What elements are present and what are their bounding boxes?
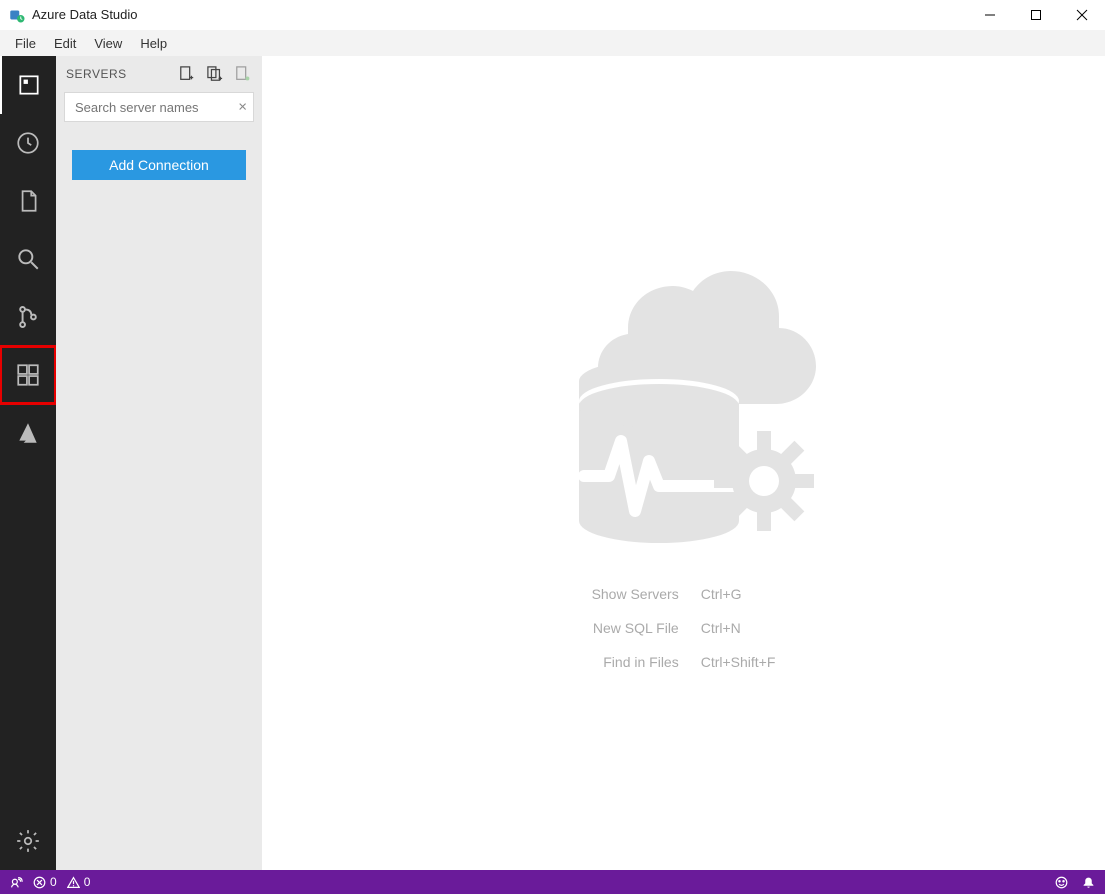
menu-view[interactable]: View (85, 34, 131, 53)
maximize-button[interactable] (1013, 0, 1059, 30)
activity-azure-icon[interactable] (0, 404, 56, 462)
servers-panel-header: SERVERS (56, 56, 262, 92)
shortcut-keys: Ctrl+N (701, 620, 776, 636)
welcome-graphic-icon (529, 226, 839, 556)
app-title: Azure Data Studio (32, 7, 138, 22)
new-connection-icon[interactable] (178, 63, 196, 85)
window-controls (967, 0, 1105, 30)
activity-task-history-icon[interactable] (0, 114, 56, 172)
menu-edit[interactable]: Edit (45, 34, 85, 53)
show-active-connections-icon[interactable] (234, 63, 252, 85)
activity-source-control-icon[interactable] (0, 288, 56, 346)
status-errors[interactable]: 0 (33, 875, 57, 889)
title-bar: Azure Data Studio (0, 0, 1105, 30)
servers-panel: SERVERS × Add Connection (56, 56, 262, 870)
menu-bar: File Edit View Help (0, 30, 1105, 56)
menu-help[interactable]: Help (131, 34, 176, 53)
close-button[interactable] (1059, 0, 1105, 30)
status-notifications-icon[interactable] (1082, 876, 1095, 889)
activity-bar (0, 56, 56, 870)
shortcut-label: Show Servers (592, 586, 679, 602)
activity-servers-icon[interactable] (0, 56, 56, 114)
status-warning-count: 0 (84, 875, 91, 889)
status-remote-icon[interactable] (10, 876, 23, 889)
status-warnings[interactable]: 0 (67, 875, 91, 889)
add-connection-button[interactable]: Add Connection (72, 150, 246, 180)
activity-settings-icon[interactable] (0, 812, 56, 870)
servers-panel-title: SERVERS (66, 67, 168, 81)
new-server-group-icon[interactable] (206, 63, 224, 85)
app-icon (8, 6, 26, 24)
shortcut-keys: Ctrl+G (701, 586, 776, 602)
shortcut-keys: Ctrl+Shift+F (701, 654, 776, 670)
minimize-button[interactable] (967, 0, 1013, 30)
status-bar: 0 0 (0, 870, 1105, 894)
activity-explorer-icon[interactable] (0, 172, 56, 230)
shortcut-label: New SQL File (592, 620, 679, 636)
editor-area: Show Servers Ctrl+G New SQL File Ctrl+N … (262, 56, 1105, 870)
menu-file[interactable]: File (6, 34, 45, 53)
welcome-shortcuts: Show Servers Ctrl+G New SQL File Ctrl+N … (592, 586, 776, 670)
server-search-input[interactable] (65, 93, 253, 121)
status-feedback-icon[interactable] (1055, 876, 1068, 889)
shortcut-label: Find in Files (592, 654, 679, 670)
activity-extensions-icon[interactable] (0, 346, 56, 404)
clear-search-icon[interactable]: × (238, 100, 247, 115)
server-search-box: × (64, 92, 254, 122)
activity-search-icon[interactable] (0, 230, 56, 288)
status-error-count: 0 (50, 875, 57, 889)
